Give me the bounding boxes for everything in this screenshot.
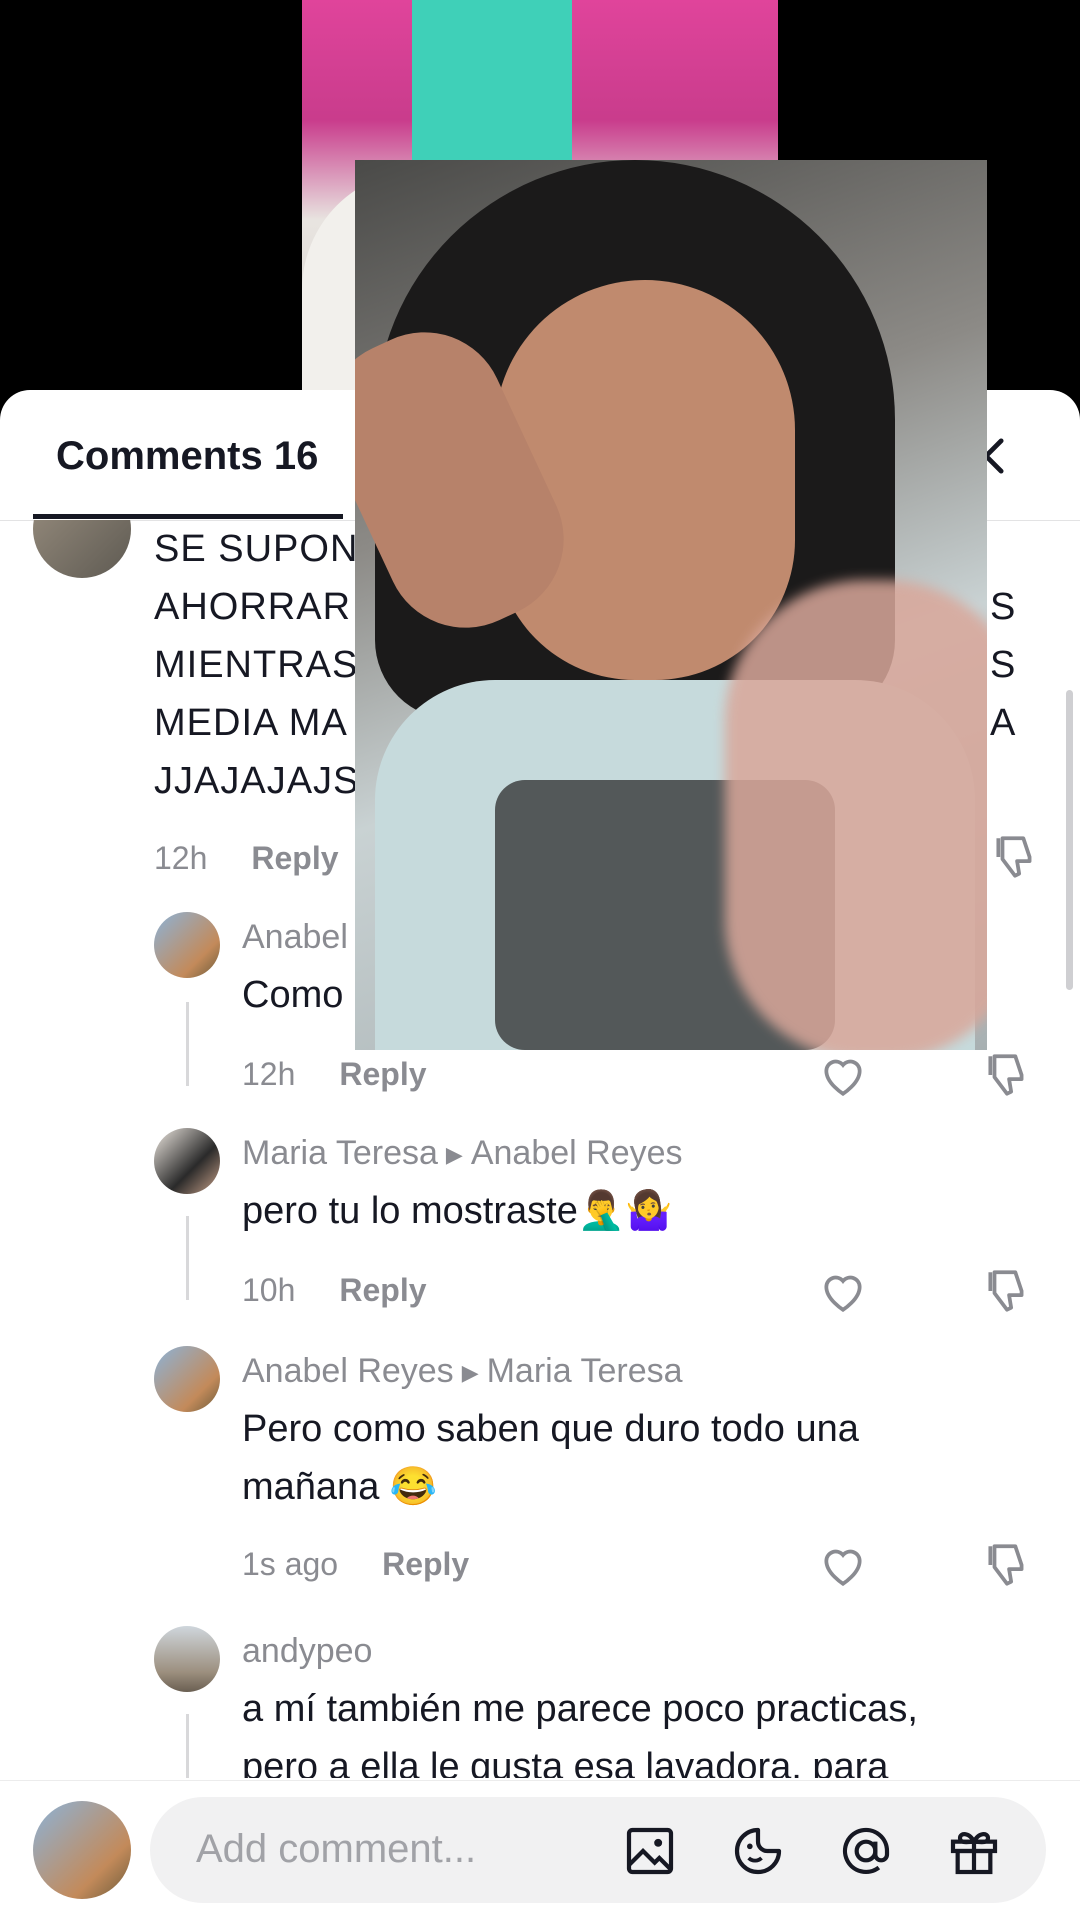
comment-line: MIENTRAS (154, 644, 359, 686)
comment-line: pero a ella le gusta esa lavadora, para (242, 1746, 889, 1778)
at-icon[interactable] (838, 1823, 894, 1879)
comment-username[interactable]: Anabel Reyes (242, 1352, 454, 1390)
comment-input-bar: Add comment... (0, 1780, 1080, 1921)
gift-icon[interactable] (946, 1823, 1002, 1879)
reply-button[interactable]: Reply (339, 1272, 426, 1308)
reply-button[interactable]: Reply (382, 1546, 469, 1582)
comment-meta: 1s ago Reply (242, 1546, 469, 1583)
comment-username[interactable]: Anabel (242, 918, 348, 957)
thumbs-down-icon[interactable] (982, 1050, 1032, 1100)
avatar[interactable] (154, 1128, 220, 1194)
comment-time: 12h (242, 1056, 296, 1092)
comment-username[interactable]: andypeo (242, 1632, 372, 1671)
avatar[interactable] (154, 1346, 220, 1412)
comments-count: 16 (273, 434, 319, 478)
thumbs-down-icon[interactable] (982, 1540, 1032, 1590)
comment-time: 10h (242, 1272, 296, 1308)
comment-text: Como (242, 974, 344, 1016)
thumbs-down-icon[interactable] (982, 1266, 1032, 1316)
comment-username-line: Maria Teresa ▶ Anabel Reyes (242, 1134, 683, 1173)
comment-time: 12h (154, 840, 208, 876)
comments-label: Comments (56, 434, 263, 478)
comment-fragment: A (990, 702, 1017, 744)
comment-fragment: S (990, 644, 1017, 686)
reply-to-arrow-icon: ▶ (461, 1360, 479, 1386)
avatar[interactable] (154, 912, 220, 978)
heart-icon[interactable] (818, 1052, 868, 1098)
thumbs-down-icon[interactable] (990, 832, 1040, 882)
thread-line (186, 1002, 189, 1086)
reply-to-username[interactable]: Maria Teresa (487, 1352, 683, 1390)
comment-line: SE SUPONI (154, 528, 370, 570)
reply-item: Maria Teresa ▶ Anabel Reyes pero tu lo mos… (0, 1120, 1080, 1338)
sticker-icon[interactable] (730, 1823, 786, 1879)
scrollbar[interactable] (1066, 690, 1073, 990)
comment-text-right: S S A (990, 578, 1016, 752)
comment-username[interactable]: Maria Teresa (242, 1134, 438, 1172)
overlay-blurred-hand (725, 580, 987, 1050)
comment-meta: 10h Reply (242, 1272, 427, 1309)
heart-icon[interactable] (818, 1268, 868, 1314)
reply-to-username[interactable]: Anabel Reyes (471, 1134, 683, 1172)
comment-line: Pero como saben que duro todo una (242, 1408, 859, 1450)
comment-line: mañana 😂 (242, 1466, 438, 1508)
reply-to-arrow-icon: ▶ (445, 1142, 463, 1168)
reply-button[interactable]: Reply (339, 1056, 426, 1092)
comment-meta: 12h Reply (242, 1056, 427, 1093)
comment-line: AHORRAR (154, 586, 352, 628)
comment-line: JJAJAJAJS (154, 760, 360, 802)
comment-text: pero tu lo mostraste🤦‍♂️🤷‍♀️ (242, 1190, 673, 1232)
comment-line: a mí también me parece poco practicas, (242, 1688, 918, 1730)
comment-text: Pero como saben que duro todo una mañana… (242, 1400, 859, 1516)
tab-underline (33, 514, 343, 519)
thread-line (186, 1216, 189, 1300)
reply-button[interactable]: Reply (251, 840, 338, 876)
comment-fragment: S (990, 586, 1017, 628)
my-avatar (33, 1801, 131, 1899)
thread-line (186, 1714, 189, 1778)
comment-input-placeholder: Add comment... (196, 1827, 477, 1871)
comment-text: a mí también me parece poco practicas, p… (242, 1680, 918, 1778)
avatar[interactable] (154, 1626, 220, 1692)
comment-username-line: Anabel Reyes ▶ Maria Teresa (242, 1352, 683, 1391)
image-icon[interactable] (622, 1823, 678, 1879)
comment-line: MEDIA MA (154, 702, 348, 744)
tab-comments[interactable]: Comments 16 (56, 434, 318, 479)
avatar[interactable] (33, 520, 131, 578)
comment-input[interactable]: Add comment... (150, 1797, 1046, 1903)
comment-text: SE SUPONI AHORRAR MIENTRAS MEDIA MA JJAJ… (154, 520, 370, 810)
heart-icon[interactable] (818, 1542, 868, 1588)
comment-time: 1s ago (242, 1546, 339, 1582)
comment-meta: 12h Reply (154, 840, 339, 877)
reply-item: andypeo a mí también me parece poco prac… (0, 1618, 1080, 1778)
reply-item: Anabel Reyes ▶ Maria Teresa Pero como sabe… (0, 1338, 1080, 1598)
overlay-photo (355, 160, 987, 1050)
